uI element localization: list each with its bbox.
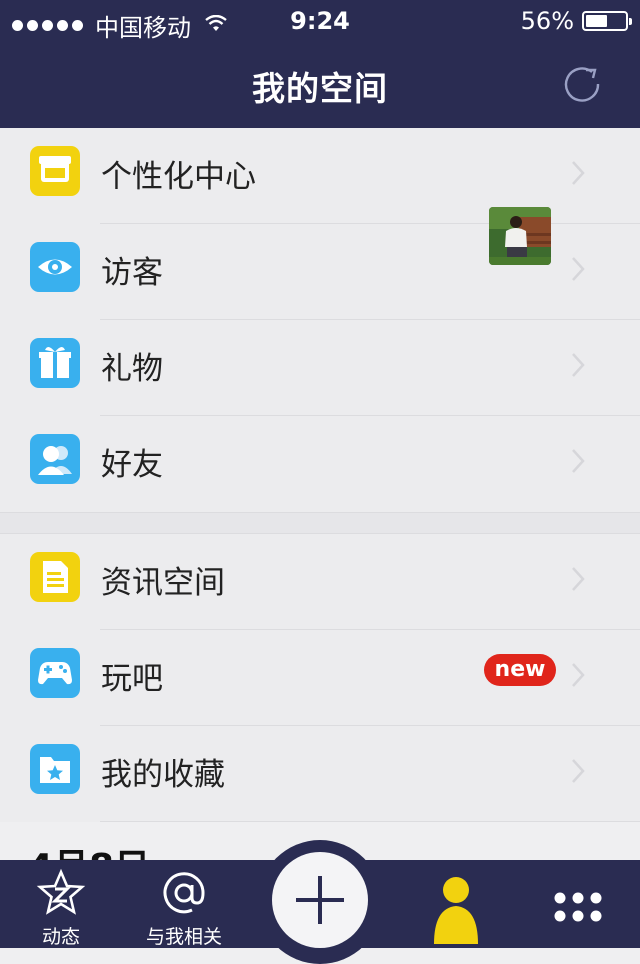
tab-more[interactable] xyxy=(538,860,618,948)
gamepad-icon xyxy=(30,648,80,698)
more-dots-icon xyxy=(554,892,602,922)
gift-icon xyxy=(30,338,80,388)
menu-item-label: 访客 xyxy=(101,255,163,291)
menu-item-news-space[interactable]: 资讯空间 xyxy=(0,534,640,630)
menu-item-friends[interactable]: 好友 xyxy=(0,416,640,512)
tab-label: 动态 xyxy=(41,926,80,948)
battery-indicator: 56% xyxy=(520,7,632,35)
status-bar: 中国移动 9:24 56% xyxy=(0,0,640,42)
compose-plus-button[interactable] xyxy=(272,852,368,948)
news-icon xyxy=(30,552,80,602)
qzone-star-icon xyxy=(36,868,86,915)
menu-item-label: 资讯空间 xyxy=(101,565,225,601)
tab-feed[interactable]: 动态 xyxy=(18,860,104,948)
favorites-folder-icon xyxy=(30,744,80,794)
menu-group-primary: 个性化中心 访客 礼物 好友 xyxy=(0,128,640,512)
eye-icon xyxy=(30,242,80,292)
chevron-right-icon xyxy=(570,660,586,690)
menu-item-label: 礼物 xyxy=(101,351,163,387)
menu-item-label: 个性化中心 xyxy=(101,159,256,195)
battery-icon xyxy=(582,11,632,31)
chevron-right-icon xyxy=(570,564,586,594)
navigation-bar: 我的空间 xyxy=(0,40,640,128)
menu-item-label: 玩吧 xyxy=(101,661,163,697)
chevron-right-icon xyxy=(570,756,586,786)
personalization-icon xyxy=(30,146,80,196)
gift-thumbnail-photo[interactable] xyxy=(489,207,551,265)
friends-icon xyxy=(30,434,80,484)
new-badge: new xyxy=(484,654,556,686)
menu-item-favorites[interactable]: 我的收藏 xyxy=(0,726,640,822)
tab-label: 与我相关 xyxy=(145,926,222,948)
chevron-right-icon xyxy=(570,350,586,380)
menu-item-label: 好友 xyxy=(101,447,163,483)
chevron-right-icon xyxy=(570,254,586,284)
profile-icon xyxy=(434,877,478,944)
refresh-icon[interactable] xyxy=(562,64,602,104)
chevron-right-icon xyxy=(570,158,586,188)
tab-profile[interactable] xyxy=(420,860,492,948)
section-separator xyxy=(0,512,640,534)
battery-percent: 56% xyxy=(520,7,574,35)
tab-related-to-me[interactable]: 与我相关 xyxy=(136,860,232,948)
plus-icon xyxy=(296,876,344,924)
at-icon xyxy=(163,872,205,914)
chevron-right-icon xyxy=(570,446,586,476)
page-title: 我的空间 xyxy=(252,69,388,108)
menu-item-gifts[interactable]: 礼物 xyxy=(0,320,640,416)
menu-item-label: 我的收藏 xyxy=(101,757,225,793)
